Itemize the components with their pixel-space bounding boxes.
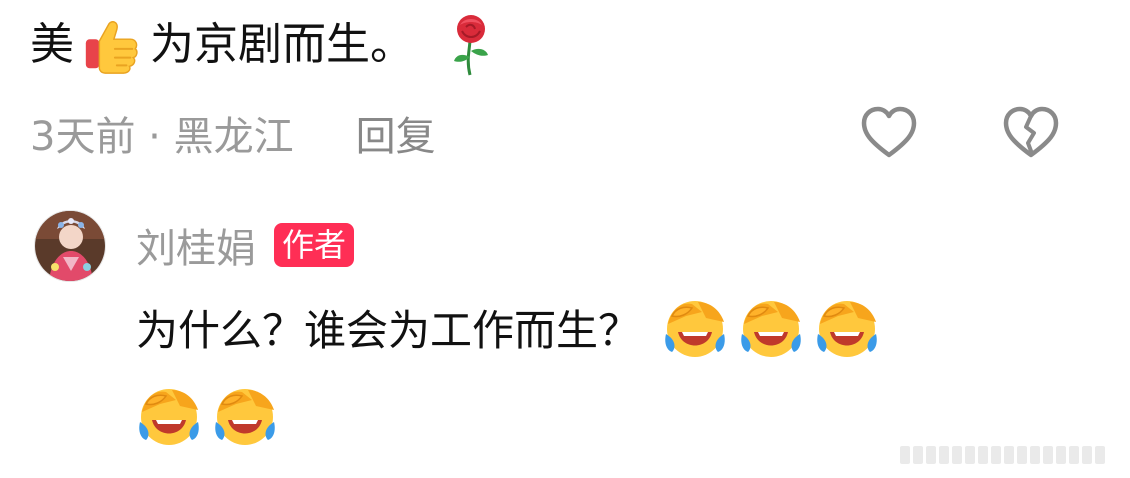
laughing-crying-face-icon [212,382,278,448]
comment-text: 美 为京剧而生。 [30,10,494,80]
reply-header: 刘桂娟 作者 [136,216,355,274]
reply-emoji-row [136,380,288,450]
laughing-crying-face-icon [662,294,728,360]
comment-meta: 3天前 · 黑龙江 回复 [30,105,436,161]
reply-text: 为什么？谁会为工作而生？ [136,292,890,362]
laughing-crying-face-icon [814,294,880,360]
thumbs-up-icon [80,14,142,76]
avatar[interactable] [34,210,106,282]
username[interactable]: 刘桂娟 [136,216,256,274]
heart-outline-icon[interactable] [860,105,918,161]
comment-time-location: 3天前 · 黑龙江 [30,114,294,160]
reply-text-content: 为什么？谁会为工作而生？ [136,305,641,355]
reply-button[interactable]: 回复 [356,104,436,162]
laughing-crying-face-icon [136,382,202,448]
author-badge: 作者 [274,223,355,267]
broken-heart-icon[interactable] [1002,105,1060,161]
laughing-crying-face-icon [738,294,804,360]
watermark [900,446,1122,466]
rose-icon [448,13,494,77]
comment-text-before: 美 [30,19,74,70]
comment-text-after: 为京剧而生。 [150,19,414,70]
